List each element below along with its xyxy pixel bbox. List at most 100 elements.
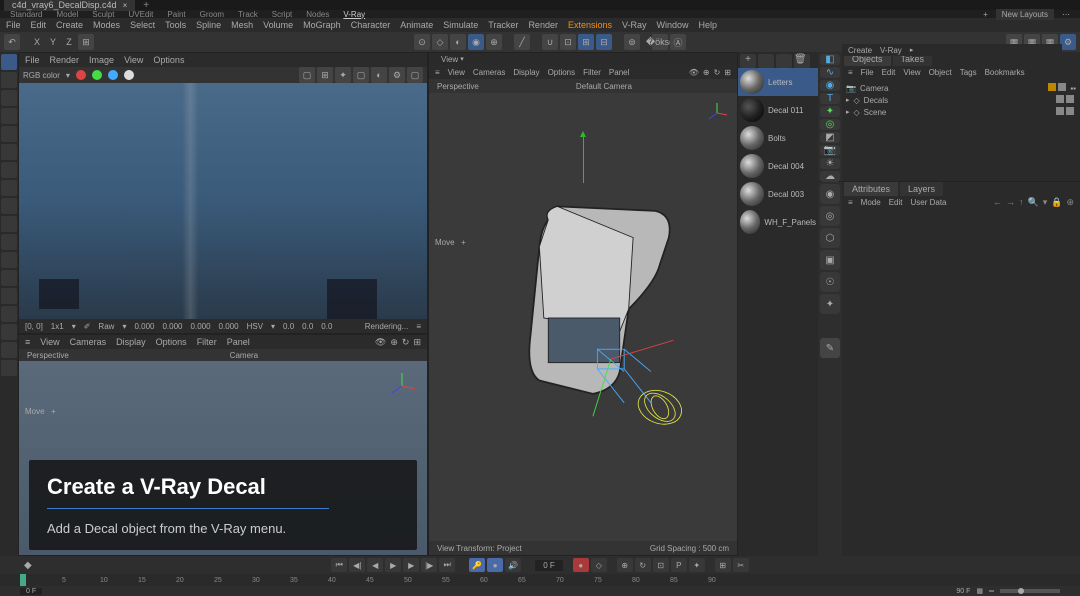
option-b-button[interactable]: Ⓐ: [670, 34, 686, 50]
attr-menu-hamburger[interactable]: ≡: [848, 198, 853, 207]
blue-channel-dot[interactable]: [108, 70, 118, 80]
camera-name-label[interactable]: Camera: [230, 351, 258, 360]
module-nodes[interactable]: Nodes: [306, 10, 329, 19]
camera-menu-panel[interactable]: Panel: [227, 337, 250, 347]
obj-menu-file[interactable]: File: [861, 68, 874, 77]
red-channel-dot[interactable]: [76, 70, 86, 80]
camera-move-plus[interactable]: +: [51, 407, 56, 416]
timeline-marker-icon[interactable]: ◆: [24, 560, 32, 571]
tree-item-scene[interactable]: ▸ ◇ Scene: [846, 106, 1076, 118]
view-mode-b-icon[interactable]: ═: [989, 588, 994, 595]
camera-nav-a-icon[interactable]: 👁: [375, 337, 386, 348]
material-item-whfpanels[interactable]: WH_F_Panels: [738, 208, 818, 236]
eyedropper-icon[interactable]: ✐: [84, 322, 91, 331]
attr-menu-mode[interactable]: Mode: [861, 198, 881, 207]
snap-b-button[interactable]: ⊟: [596, 34, 612, 50]
new-layouts-button[interactable]: New Layouts: [996, 9, 1054, 20]
line-tool-button[interactable]: ╱: [514, 34, 530, 50]
tool-11[interactable]: [1, 234, 17, 250]
field-tool[interactable]: ◎: [820, 119, 840, 130]
vp-nav-b-icon[interactable]: ⊕: [703, 68, 710, 77]
tool-12[interactable]: [1, 252, 17, 268]
tool-5[interactable]: [1, 126, 17, 142]
menu-extensions[interactable]: Extensions: [568, 20, 612, 30]
camera-menu-cameras[interactable]: Cameras: [70, 337, 107, 347]
generator-tool[interactable]: ◉: [820, 80, 840, 91]
menu-render[interactable]: Render: [528, 20, 558, 30]
raw-label[interactable]: Raw: [98, 322, 114, 331]
tool-18[interactable]: [1, 360, 17, 376]
tool-10[interactable]: [1, 216, 17, 232]
camera-tool[interactable]: 📷: [820, 145, 840, 156]
attr-tool-e[interactable]: ☉: [820, 272, 840, 292]
module-groom[interactable]: Groom: [200, 10, 224, 19]
nav-filter-icon[interactable]: ▾: [1043, 197, 1048, 208]
sky-tool[interactable]: ☁: [820, 171, 840, 182]
record-button[interactable]: ⊙: [414, 34, 430, 50]
obj-menu-hamburger[interactable]: ≡: [848, 68, 853, 77]
tool-13[interactable]: [1, 270, 17, 286]
vp-nav-d-icon[interactable]: ⊞: [724, 68, 731, 77]
vp-nav-c-icon[interactable]: ↻: [714, 68, 721, 77]
material-item-bolts[interactable]: Bolts: [738, 124, 818, 152]
play-button[interactable]: ▶: [385, 558, 401, 572]
pla-key-button[interactable]: ✦: [689, 558, 705, 572]
spline-tool[interactable]: ∿: [820, 67, 840, 78]
settings-button[interactable]: ⊚: [624, 34, 640, 50]
vp-menu-options[interactable]: Options: [548, 68, 576, 77]
material-item-decal004[interactable]: Decal 004: [738, 152, 818, 180]
vis-editor-icon[interactable]: [1056, 95, 1064, 103]
keyframe-button[interactable]: ◇: [432, 34, 448, 50]
menu-spline[interactable]: Spline: [196, 20, 221, 30]
menu-character[interactable]: Character: [351, 20, 391, 30]
camera-menu-view[interactable]: View: [40, 337, 59, 347]
obj-menu-edit[interactable]: Edit: [882, 68, 896, 77]
render-tool-a[interactable]: ▢: [299, 67, 315, 83]
attr-tool-b[interactable]: ◎: [820, 206, 840, 226]
expand-icon[interactable]: ▸: [846, 96, 850, 104]
light-tool[interactable]: ☀: [820, 158, 840, 169]
timeline-ruler[interactable]: 51015202530354045505560657075808590: [0, 574, 1080, 586]
camera-menu-filter[interactable]: Filter: [197, 337, 217, 347]
camera-menu-options[interactable]: Options: [156, 337, 187, 347]
vis-editor-icon[interactable]: [1048, 83, 1056, 91]
next-frame-button[interactable]: ▶: [403, 558, 419, 572]
prev-key-button[interactable]: ◀|: [349, 558, 365, 572]
render-menu-options[interactable]: Options: [153, 55, 184, 65]
mat-del-button[interactable]: 🗑: [794, 54, 810, 68]
tl-opt-a-button[interactable]: ⊞: [715, 558, 731, 572]
menu-window[interactable]: Window: [657, 20, 689, 30]
hsv-label[interactable]: HSV: [247, 322, 263, 331]
menu-tools[interactable]: Tools: [165, 20, 186, 30]
tool-14[interactable]: [1, 288, 17, 304]
render-menu-file[interactable]: File: [25, 55, 40, 65]
cube-tool[interactable]: ◧: [820, 54, 840, 65]
main-viewport[interactable]: Move +: [429, 93, 737, 541]
workplane-button[interactable]: ⊡: [560, 34, 576, 50]
expand-icon[interactable]: ▸: [846, 108, 850, 116]
module-vray[interactable]: V-Ray: [343, 10, 365, 19]
vp-nav-a-icon[interactable]: 👁: [689, 68, 699, 77]
current-frame-field[interactable]: 0 F: [535, 560, 563, 571]
vis-render-icon[interactable]: [1058, 83, 1066, 91]
tool-4[interactable]: [1, 108, 17, 124]
menu-help[interactable]: Help: [699, 20, 718, 30]
nav-search-icon[interactable]: 🔍: [1027, 197, 1038, 208]
tool-7[interactable]: [1, 162, 17, 178]
nav-menu-icon[interactable]: ⊕: [1066, 197, 1074, 208]
menu-file[interactable]: File: [6, 20, 21, 30]
module-track[interactable]: Track: [238, 10, 258, 19]
attr-menu-userdata[interactable]: User Data: [910, 198, 946, 207]
tag-b-icon[interactable]: ▪: [1073, 84, 1076, 93]
move-tool[interactable]: [1, 54, 17, 70]
snap-a-button[interactable]: ⊞: [578, 34, 594, 50]
render-viewport[interactable]: [19, 83, 427, 319]
zoom-slider[interactable]: [1000, 589, 1060, 593]
tree-item-decals[interactable]: ▸ ◇ Decals: [846, 94, 1076, 106]
prev-frame-button[interactable]: ◀: [367, 558, 383, 572]
tl-opt-b-button[interactable]: ✂: [733, 558, 749, 572]
material-item-decal011[interactable]: Decal 011: [738, 96, 818, 124]
alpha-channel-dot[interactable]: [124, 70, 134, 80]
vp-camera-label[interactable]: Default Camera: [576, 82, 632, 91]
view-dropdown[interactable]: View: [441, 55, 458, 64]
